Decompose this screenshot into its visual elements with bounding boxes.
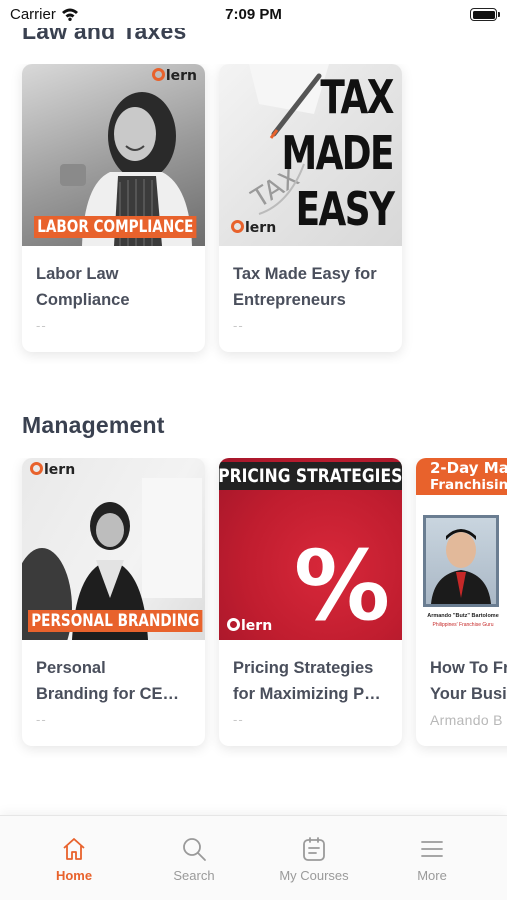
course-card-franchising[interactable]: 2-Day Mas Franchising Y Armando "Butz" B… [416, 458, 507, 746]
course-title: Personal Branding for CE… [36, 659, 179, 703]
labor-compliance-badge: LABOR COMPLIANCE [34, 216, 197, 238]
made-word: MADE [281, 126, 394, 180]
olern-logo: lern [231, 220, 276, 236]
course-thumbnail: TAX TAX MADE EASY lern [219, 64, 402, 246]
course-title: Pricing Strategies for Maximizing P… [233, 659, 381, 703]
course-title: How To Fr Your Busi [430, 659, 507, 703]
speaker-subcaption: Philippines' Franchise Guru [432, 622, 494, 628]
speaker-caption: Armando "Butz" Bartolome [427, 613, 499, 619]
menu-icon [421, 841, 443, 857]
tax-word: TAX [320, 70, 395, 124]
status-bar: Carrier 7:09 PM [0, 0, 507, 28]
scroll-content[interactable]: Law and Taxes lern LABOR COMPLIANCE Labo… [0, 0, 507, 815]
course-card-pricing-strategies[interactable]: PRICING STRATEGIES % lern Pricing Strate… [219, 458, 402, 746]
easy-word: EASY [295, 182, 394, 236]
olern-logo: lern [227, 618, 272, 634]
course-row-law-and-taxes[interactable]: lern LABOR COMPLIANCE Labor Law Complian… [0, 64, 507, 364]
course-author: Armando B [430, 712, 503, 728]
course-card-labor-law[interactable]: lern LABOR COMPLIANCE Labor Law Complian… [22, 64, 205, 352]
olern-logo: lern [30, 462, 75, 478]
course-meta: -- [233, 318, 244, 333]
search-icon [183, 838, 206, 861]
course-thumbnail: lern LABOR COMPLIANCE [22, 64, 205, 246]
olern-logo: lern [151, 68, 197, 84]
course-thumbnail: lern PERSONAL BRANDING [22, 458, 205, 640]
course-meta: -- [233, 712, 244, 727]
carrier-label: Carrier [10, 6, 79, 23]
course-card-tax-made-easy[interactable]: TAX TAX MADE EASY lern Tax Made Easy for… [219, 64, 402, 352]
speaker-portrait [423, 515, 499, 607]
home-icon [63, 838, 85, 860]
course-card-personal-branding[interactable]: lern PERSONAL BRANDING Personal Branding… [22, 458, 205, 746]
course-meta: -- [36, 318, 47, 333]
courses-icon [303, 837, 325, 861]
bottom-tab-bar: Home Search My Courses More [0, 815, 507, 900]
pricing-strategies-label: PRICING STRATEGIES [219, 458, 402, 494]
battery-icon [470, 8, 500, 21]
section-title-management: Management [22, 412, 165, 438]
course-thumbnail: PRICING STRATEGIES % lern [219, 458, 402, 640]
tab-home[interactable]: Home [14, 816, 134, 900]
tab-my-courses[interactable]: My Courses [254, 816, 374, 900]
wifi-icon [61, 8, 78, 21]
course-title: Tax Made Easy for Entrepreneurs [233, 265, 377, 309]
course-thumbnail: 2-Day Mas Franchising Y Armando "Butz" B… [416, 458, 507, 640]
course-row-management[interactable]: lern PERSONAL BRANDING Personal Branding… [0, 458, 507, 758]
tab-search[interactable]: Search [134, 816, 254, 900]
percent-symbol: % [293, 530, 390, 640]
course-title: Labor Law Compliance [36, 265, 130, 309]
franchising-header: 2-Day Mas Franchising Y [416, 458, 507, 495]
tab-more[interactable]: More [372, 816, 492, 900]
personal-branding-badge: PERSONAL BRANDING [28, 610, 203, 632]
course-meta: -- [36, 712, 47, 727]
